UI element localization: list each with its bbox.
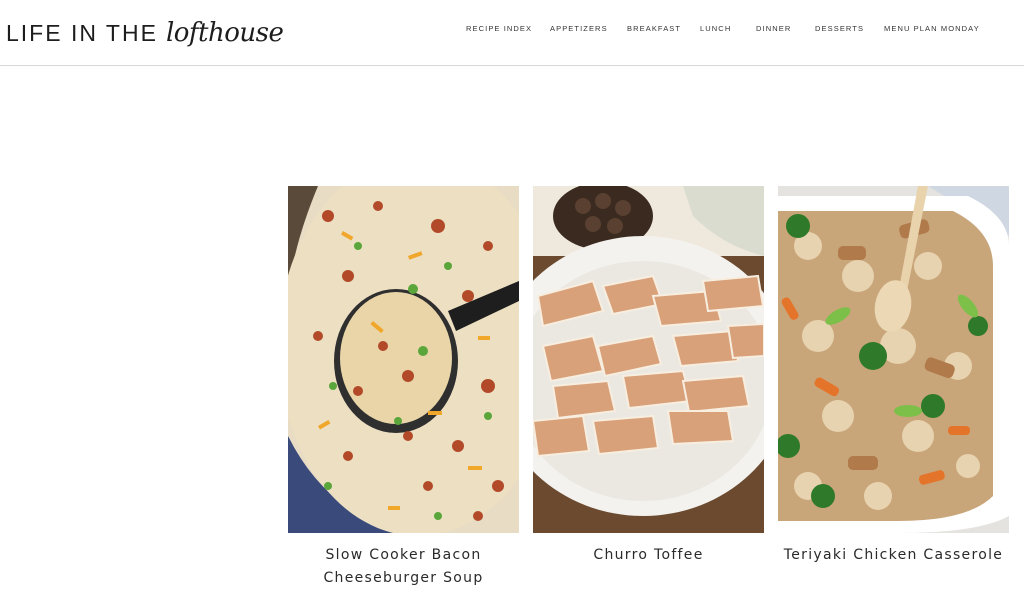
nav-item-recipe-index[interactable]: RECIPE INDEX: [466, 24, 532, 33]
recipe-image-teriyaki-casserole[interactable]: [778, 186, 1009, 533]
nav-item-lunch[interactable]: LUNCH: [700, 24, 731, 33]
nav-item-breakfast[interactable]: BREAKFAST: [627, 24, 681, 33]
recipe-image-soup[interactable]: [288, 186, 519, 533]
recipe-title[interactable]: Teriyaki Chicken Casserole: [766, 544, 1021, 567]
recipe-image-churro-toffee[interactable]: [533, 186, 764, 533]
recipe-title[interactable]: Slow Cooker Bacon Cheeseburger Soup: [276, 544, 531, 590]
nav-item-desserts[interactable]: DESSERTS: [815, 24, 864, 33]
nav-item-appetizers[interactable]: APPETIZERS: [550, 24, 608, 33]
nav-item-dinner[interactable]: DINNER: [756, 24, 791, 33]
recipe-title[interactable]: Churro Toffee: [521, 544, 776, 567]
nav-item-menu-plan-monday[interactable]: MENU PLAN MONDAY: [884, 24, 980, 33]
logo-script-text: lofthouse: [165, 18, 284, 48]
logo-main-text: LIFE IN THE: [6, 20, 158, 46]
site-logo[interactable]: LIFE IN THE lofthouse: [6, 17, 284, 49]
site-header: LIFE IN THE lofthouse RECIPE INDEX APPET…: [0, 0, 1024, 66]
